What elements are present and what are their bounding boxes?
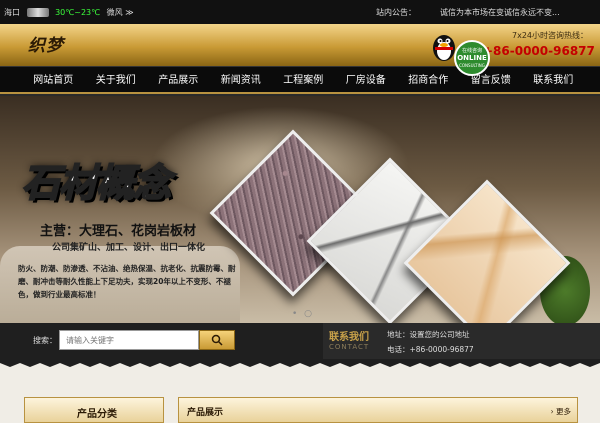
more-arrow-icon: › [550,407,554,416]
search-bar: 搜索： 联系我们 CONTACT 地址：设置您的公司地址 电话：+86-0000… [0,323,600,359]
search-button[interactable] [199,330,235,350]
main-nav: 网站首页 关于我们 产品展示 新闻资讯 工程案例 厂房设备 招商合作 留言反馈 … [0,66,600,94]
product-show-panel: 产品展示 › 更多 [178,397,578,423]
weather-city: 海口 [4,8,20,17]
nav-item-cases[interactable]: 工程案例 [272,67,335,94]
nav-item-contact[interactable]: 联系我们 [522,67,585,94]
notice-label: 站内公告： [376,8,416,17]
site-header: 织梦 在线咨询 ONLINE CONSULTING 7x24小时咨询热线： +8… [0,24,600,76]
more-label: 更多 [556,407,571,416]
product-category-title: 产品分类 [77,409,117,420]
top-bar: 海口 30℃~23℃ 微风 ≫ 站内公告： 诚信为本市场在变诚信永远不变... [0,0,600,24]
contact-title: 联系我们 [329,332,369,343]
contact-info: 联系我们 CONTACT 地址：设置您的公司地址 电话：+86-0000-968… [323,323,600,359]
online-consult-en: ONLINE [457,54,487,62]
hero-banner[interactable]: 石材概念 主营：大理石、花岗岩板材 公司集矿山、加工、设计、出口一体化 防火、防… [0,96,600,323]
notice-text[interactable]: 诚信为本市场在变诚信永远不变... [440,7,560,18]
nav-item-factory[interactable]: 厂房设备 [335,67,398,94]
hotline-number: +86-0000-96877 [483,44,595,58]
nav-item-products[interactable]: 产品展示 [147,67,210,94]
more-link[interactable]: › 更多 [551,406,571,417]
banner-subtitle: 主营：大理石、花岗岩板材 [40,224,197,239]
nav-item-news[interactable]: 新闻资讯 [210,67,273,94]
weather-temp: 30℃~23℃ [55,8,101,17]
contact-title-en: CONTACT [329,343,370,351]
slider-dots[interactable]: • ○ [292,309,314,319]
banner-title: 石材概念 [21,160,172,206]
online-consult-badge[interactable]: 在线咨询 ONLINE CONSULTING [454,40,490,76]
hotline-label: 7x24小时咨询热线： [512,31,589,40]
search-icon [211,334,223,346]
weather-icon [26,8,49,17]
contact-address: 地址：设置您的公司地址 [387,330,470,339]
nav-item-home[interactable]: 网站首页 [22,67,85,94]
search-input[interactable] [59,330,199,350]
site-logo[interactable]: 织梦 [28,31,64,56]
search-label: 搜索： [33,336,57,345]
weather-wind: 微风 ≫ [106,8,134,17]
product-category-panel: 产品分类 [24,397,164,423]
banner-tagline: 公司集矿山、加工、设计、出口一体化 [52,243,206,253]
nav-item-about[interactable]: 关于我们 [85,67,148,94]
online-consult-sub: CONSULTING [459,63,485,68]
product-show-title: 产品展示 [187,408,224,418]
nav-item-cooperation[interactable]: 招商合作 [397,67,460,94]
banner-features: 防火、防潮、防渗透、不沾油、绝热保温、抗老化、抗震防霉、耐磨、耐冲击等耐久性能上… [18,264,236,299]
weather-info: 海口 30℃~23℃ 微风 ≫ [4,7,138,18]
contact-tel: 电话：+86-0000-96877 [387,345,474,354]
zigzag-divider [0,359,600,367]
